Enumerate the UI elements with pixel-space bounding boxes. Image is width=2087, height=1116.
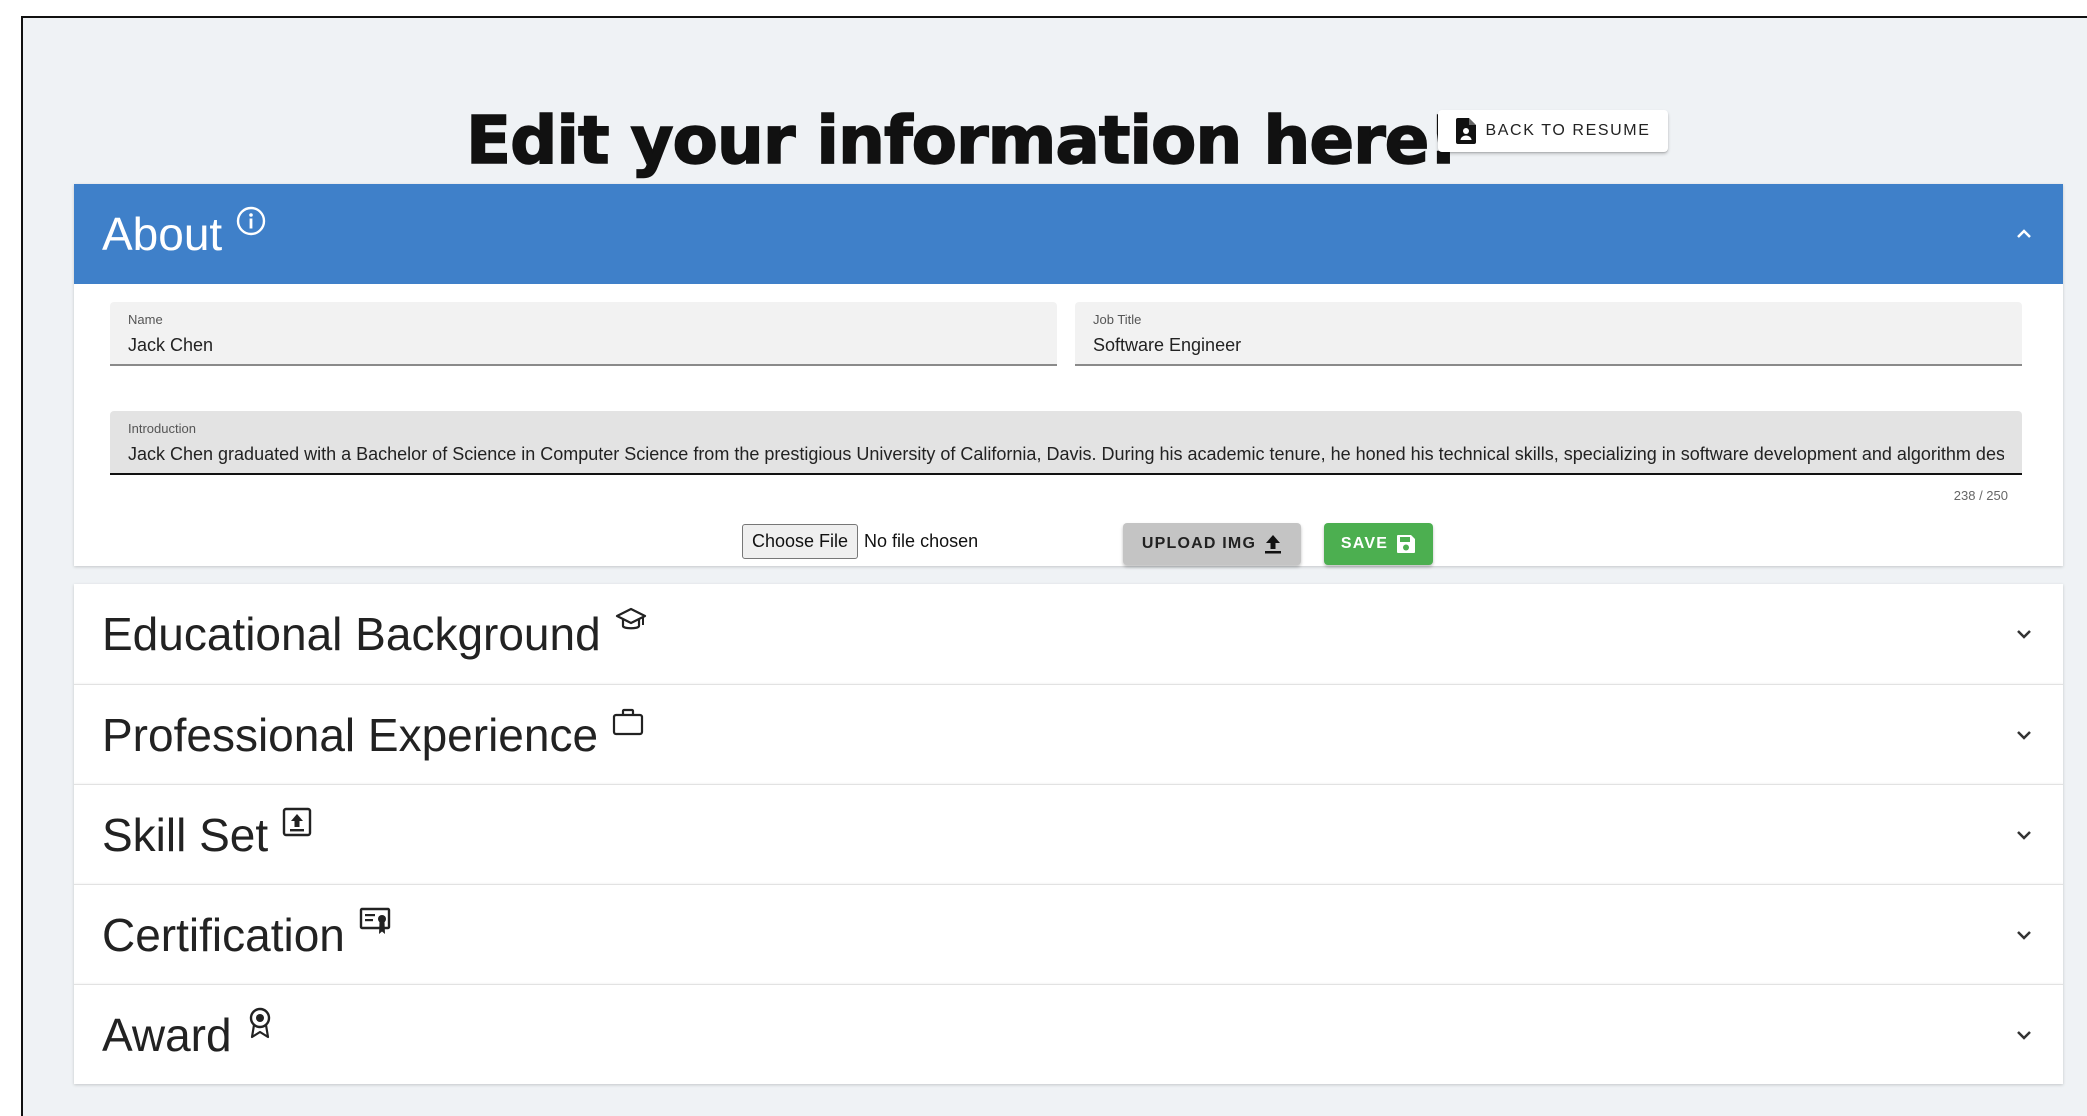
award-title: Award <box>102 1009 232 1061</box>
chevron-up-icon[interactable] <box>2015 225 2033 243</box>
award-panel: Award <box>74 984 2063 1084</box>
about-panel-header[interactable]: About <box>74 184 2063 284</box>
educational-background-panel: Educational Background <box>74 584 2063 684</box>
name-label: Name <box>128 312 163 327</box>
info-circle-icon <box>236 206 266 236</box>
job-title-label: Job Title <box>1093 312 1142 327</box>
choose-file-button[interactable]: Choose File <box>742 524 859 559</box>
file-person-icon <box>1455 118 1476 144</box>
page-frame: Edit your information here! BACK TO RESU… <box>21 16 2087 1116</box>
graduation-cap-icon <box>615 606 647 636</box>
character-counter: 238 / 250 <box>1953 488 2008 503</box>
skill-set-header[interactable]: Skill Set <box>74 785 2063 885</box>
name-field[interactable]: Name Jack Chen <box>110 302 1057 366</box>
back-to-resume-button[interactable]: BACK TO RESUME <box>1438 110 1668 152</box>
chevron-down-icon[interactable] <box>2015 625 2033 643</box>
certification-panel: Certification <box>74 884 2063 984</box>
chevron-down-icon[interactable] <box>2015 826 2033 844</box>
award-ribbon-icon <box>246 1007 274 1039</box>
about-panel: About Name Jack Chen Job Title Software … <box>74 184 2063 566</box>
header: Edit your information here! BACK TO RESU… <box>23 88 1904 198</box>
upload-img-button[interactable]: UPLOAD IMG <box>1123 523 1301 565</box>
certification-header[interactable]: Certification <box>74 885 2063 985</box>
back-to-resume-label: BACK TO RESUME <box>1485 122 1651 139</box>
introduction-field[interactable]: Introduction Jack Chen graduated with a … <box>110 411 2022 475</box>
certificate-icon <box>359 907 391 937</box>
file-status: No file chosen <box>864 531 979 551</box>
introduction-label: Introduction <box>128 421 196 436</box>
floppy-disk-icon <box>1397 535 1416 553</box>
job-title-field[interactable]: Job Title Software Engineer <box>1075 302 2022 366</box>
introduction-value[interactable]: Jack Chen graduated with a Bachelor of S… <box>128 444 2004 465</box>
name-value[interactable]: Jack Chen <box>128 335 213 356</box>
award-header[interactable]: Award <box>74 985 2063 1085</box>
page-title: Edit your information here! <box>465 101 1459 180</box>
professional-experience-header[interactable]: Professional Experience <box>74 685 2063 785</box>
educational-background-title: Educational Background <box>102 608 601 660</box>
professional-experience-title: Professional Experience <box>102 709 599 761</box>
upload-img-label: UPLOAD IMG <box>1141 535 1257 552</box>
upload-arrow-icon <box>1265 535 1282 554</box>
chevron-down-icon[interactable] <box>2015 726 2033 744</box>
professional-experience-panel: Professional Experience <box>74 684 2063 784</box>
file-input: Choose File No file chosen <box>742 524 978 559</box>
upload-square-icon <box>282 807 312 837</box>
job-title-value[interactable]: Software Engineer <box>1093 335 1241 356</box>
chevron-down-icon[interactable] <box>2015 926 2033 944</box>
skill-set-title: Skill Set <box>102 809 269 861</box>
about-title: About <box>102 208 223 260</box>
educational-background-header[interactable]: Educational Background <box>74 584 2063 684</box>
briefcase-icon <box>612 707 644 737</box>
save-button[interactable]: SAVE <box>1324 523 1433 565</box>
chevron-down-icon[interactable] <box>2015 1026 2033 1044</box>
skill-set-panel: Skill Set <box>74 784 2063 884</box>
certification-title: Certification <box>102 909 345 961</box>
save-label: SAVE <box>1340 535 1389 552</box>
